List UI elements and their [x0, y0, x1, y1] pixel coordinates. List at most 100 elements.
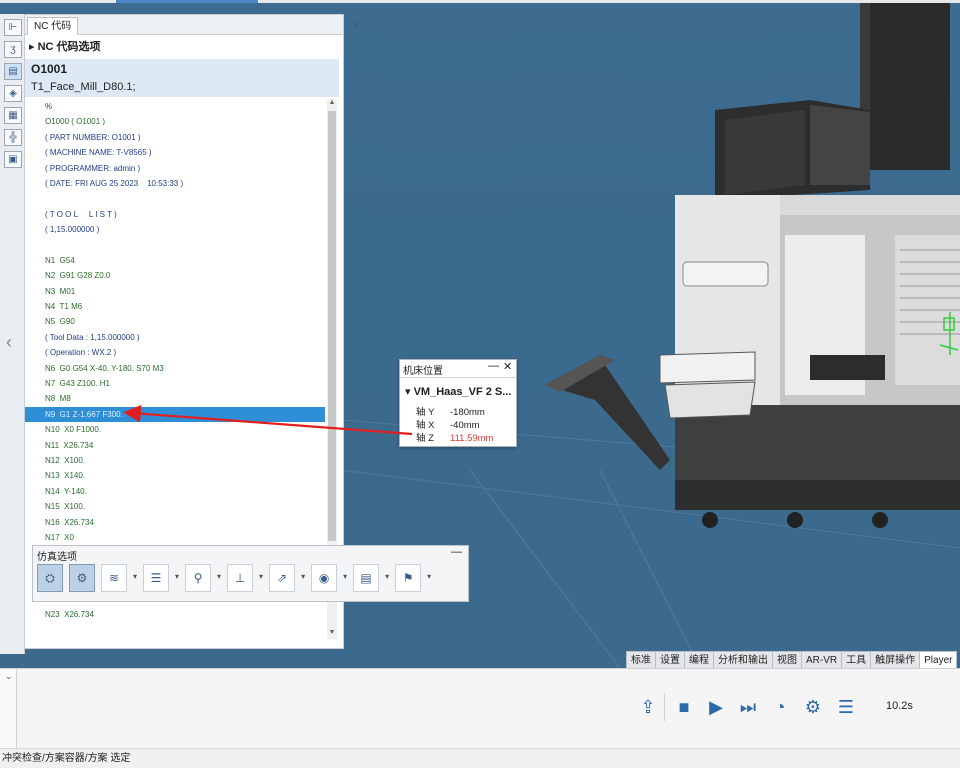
- nc-line[interactable]: ( MACHINE NAME: T-V8565 ): [25, 145, 325, 160]
- axis-label: 轴 Z: [416, 433, 434, 444]
- scroll-up-icon[interactable]: ▲: [327, 99, 337, 109]
- top-strip: [0, 0, 960, 3]
- nc-line[interactable]: [25, 238, 325, 253]
- nc-line[interactable]: N8 M8: [25, 391, 325, 406]
- tool-icon[interactable]: ʒ: [4, 41, 22, 58]
- divider: [400, 377, 516, 378]
- nc-line[interactable]: N5 G90: [25, 314, 325, 329]
- axis-row: 轴 Z 111.59mm: [416, 430, 493, 444]
- machine-sim-icon[interactable]: ⛭: [37, 564, 63, 592]
- document-icon[interactable]: ▣: [4, 151, 22, 168]
- eye-icon[interactable]: ◉: [311, 564, 338, 592]
- nc-line[interactable]: O1000 ( O1001 ): [25, 114, 325, 129]
- dropdown-icon[interactable]: ▾: [175, 564, 179, 592]
- nc-line[interactable]: [25, 191, 325, 206]
- minimize-button[interactable]: —: [488, 360, 499, 372]
- nc-line[interactable]: N14 Y-140.: [25, 484, 325, 499]
- nc-line[interactable]: N23 X26.734: [25, 607, 325, 622]
- report-icon[interactable]: ▦: [4, 107, 22, 124]
- axis-value: 111.59mm: [450, 433, 494, 444]
- nc-line-selected[interactable]: N9 G1 Z-1.667 F300.: [25, 406, 325, 423]
- tab-5[interactable]: AR-VR: [801, 651, 843, 669]
- axis-label: 轴 Y: [416, 407, 435, 418]
- top-strip-active: [116, 0, 258, 3]
- nc-line[interactable]: N12 X100.: [25, 453, 325, 468]
- list-icon[interactable]: ☰: [835, 696, 857, 718]
- scroll-down-icon[interactable]: ▼: [327, 629, 337, 639]
- inspect-icon[interactable]: ⚑: [395, 564, 422, 592]
- axis-label: 轴 X: [416, 420, 435, 431]
- nc-line[interactable]: N4 T1 M6: [25, 299, 325, 314]
- stop-icon[interactable]: ■: [673, 696, 695, 718]
- hierarchy-icon[interactable]: ╬: [4, 129, 22, 146]
- tab-6[interactable]: 工具: [841, 651, 872, 669]
- nc-line[interactable]: ( Operation : WX.2 ): [25, 345, 325, 360]
- nc-line[interactable]: N7 G43 Z100. H1: [25, 376, 325, 391]
- tree-icon[interactable]: ⊩: [4, 19, 22, 36]
- probe-icon[interactable]: ⊥: [227, 564, 254, 592]
- chevron-right-icon: ▸: [29, 41, 38, 53]
- settings-gear-icon[interactable]: ⚙: [802, 696, 824, 718]
- nc-line[interactable]: N11 X26.734: [25, 438, 325, 453]
- nc-line[interactable]: ( DATE: FRI AUG 25 2023 10:53:33 ): [25, 176, 325, 191]
- chevron-down-icon[interactable]: ⌄: [5, 671, 13, 682]
- tab-1[interactable]: 设置: [655, 651, 685, 669]
- nc-line[interactable]: N2 G91 G28 Z0.0: [25, 268, 325, 283]
- sim-options-title: 仿真选项: [37, 552, 77, 563]
- nc-line[interactable]: N10 X0 F1000.: [25, 422, 325, 437]
- export-icon[interactable]: ⇪: [637, 696, 659, 718]
- tab-nc-code[interactable]: NC 代码: [27, 17, 79, 35]
- list-icon[interactable]: ▤: [353, 564, 380, 592]
- speed-gauge-icon[interactable]: ◔: [769, 696, 791, 718]
- dropdown-icon[interactable]: ▾: [133, 564, 137, 592]
- status-bar: 冲突检查/方案容器/方案 选定: [0, 748, 960, 768]
- nc-line[interactable]: ( Tool Data : 1,15.000000 ): [25, 330, 325, 345]
- nc-line[interactable]: ( PART NUMBER: O1001 ): [25, 130, 325, 145]
- nc-line[interactable]: %: [25, 99, 325, 114]
- dropdown-icon[interactable]: ▾: [343, 564, 347, 592]
- nc-line[interactable]: ( 1,15.000000 ): [25, 222, 325, 237]
- left-gutter: ⌄: [0, 669, 17, 749]
- pointer-icon[interactable]: ⇗: [269, 564, 296, 592]
- view-toolpath-icon[interactable]: ☰: [143, 564, 170, 592]
- machine-name[interactable]: ▾ VM_Haas_VF 2 S...: [405, 385, 511, 398]
- axis-row: 轴 Y -180mm: [416, 404, 485, 418]
- program-name: O1001: [31, 62, 68, 76]
- divider: [664, 693, 665, 721]
- nc-code-icon[interactable]: ▤: [4, 63, 22, 80]
- step-forward-icon[interactable]: ⏭: [737, 696, 759, 718]
- tab-2[interactable]: 编程: [684, 651, 714, 669]
- sim-minimize-button[interactable]: —: [451, 546, 462, 558]
- nc-line[interactable]: N15 X100.: [25, 499, 325, 514]
- collapse-left-icon[interactable]: ‹: [6, 332, 12, 353]
- tool-view-icon[interactable]: ⚲: [185, 564, 212, 592]
- nc-line[interactable]: ( PROGRAMMER: admin ): [25, 161, 325, 176]
- close-icon[interactable]: ✕: [503, 360, 512, 373]
- tab-3[interactable]: 分析和输出: [713, 651, 773, 669]
- nc-line[interactable]: N6 G0 G54 X-40. Y-180. S70 M3: [25, 361, 325, 376]
- stock-icon[interactable]: ◈: [4, 85, 22, 102]
- scroll-thumb[interactable]: [328, 111, 336, 541]
- dropdown-icon[interactable]: ▾: [259, 564, 263, 592]
- nc-line[interactable]: N13 X140.: [25, 468, 325, 483]
- nc-code-list[interactable]: % O1000 ( O1001 )( PART NUMBER: O1001 )( …: [25, 99, 325, 622]
- dropdown-icon[interactable]: ▾: [301, 564, 305, 592]
- play-icon[interactable]: ▶: [705, 696, 727, 718]
- tab-7[interactable]: 触屏操作: [870, 651, 921, 669]
- nc-line[interactable]: N16 X26.734: [25, 515, 325, 530]
- nc-line[interactable]: N3 M01: [25, 284, 325, 299]
- tab-0[interactable]: 标准: [626, 651, 656, 669]
- nc-line[interactable]: ( T O O L L I S T ): [25, 207, 325, 222]
- dropdown-icon[interactable]: ▾: [427, 564, 431, 592]
- toolpath-play-icon[interactable]: ≋: [101, 564, 127, 592]
- axis-row: 轴 X -40mm: [416, 417, 480, 431]
- tab-8[interactable]: Player: [919, 651, 958, 669]
- panel-collapse-icon[interactable]: ‹: [355, 19, 359, 31]
- tab-4[interactable]: 视图: [772, 651, 802, 669]
- nc-line[interactable]: N17 X0: [25, 530, 325, 545]
- nc-options-toggle[interactable]: ▸ NC 代码选项: [25, 37, 343, 57]
- stock-sim-icon[interactable]: ⚙: [69, 564, 95, 592]
- nc-line[interactable]: N1 G54: [25, 253, 325, 268]
- dropdown-icon[interactable]: ▾: [217, 564, 221, 592]
- dropdown-icon[interactable]: ▾: [385, 564, 389, 592]
